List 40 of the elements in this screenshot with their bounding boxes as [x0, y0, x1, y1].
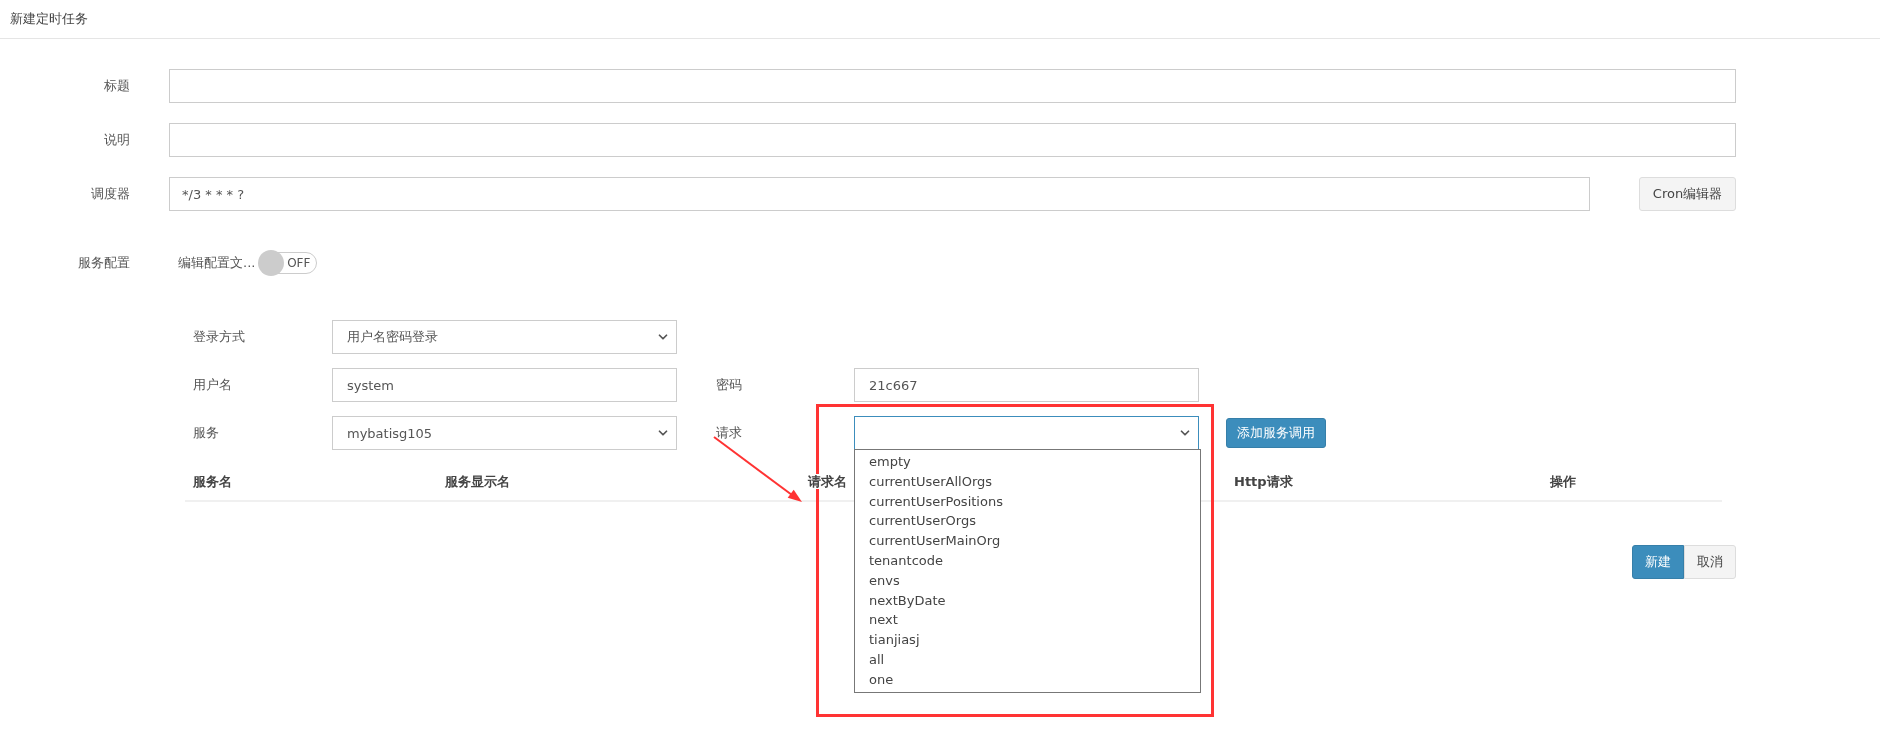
dropdown-option[interactable]: currentUserAllOrgs: [855, 471, 1200, 492]
field-label: 用户名: [193, 376, 233, 394]
add-service-button[interactable]: 添加服务调用: [1226, 418, 1326, 448]
column-header: Http请求: [1234, 474, 1293, 489]
username-field[interactable]: system: [332, 368, 677, 402]
text-field[interactable]: [169, 123, 1736, 157]
dropdown-option[interactable]: currentUserOrgs: [855, 511, 1200, 532]
column-header: 操作: [1550, 474, 1576, 489]
dropdown-option[interactable]: all: [855, 649, 1200, 670]
dropdown-option[interactable]: empty: [855, 452, 1200, 472]
create-button[interactable]: 新建: [1632, 545, 1684, 579]
dropdown-option[interactable]: next: [855, 610, 1200, 631]
dropdown-option[interactable]: tianjiasj: [855, 630, 1200, 650]
field-label: 调度器: [90, 185, 130, 203]
login-method-select[interactable]: 用户名密码登录: [332, 320, 677, 354]
dropdown-option[interactable]: one: [855, 669, 1200, 690]
field-label: 标题: [103, 77, 130, 95]
field-label: 请求: [716, 424, 743, 442]
field-label: 密码: [716, 376, 743, 394]
column-header: 服务名: [193, 474, 232, 489]
field-label: 服务: [193, 424, 220, 442]
service-select[interactable]: mybatisg105: [332, 416, 677, 450]
dropdown-option[interactable]: currentUserMainOrg: [855, 531, 1200, 551]
cron-editor-button[interactable]: Cron编辑器: [1639, 177, 1736, 211]
text-field[interactable]: */3 * * * ?: [169, 177, 1590, 211]
text-field[interactable]: [169, 69, 1736, 103]
toggle-label: 编辑配置文...: [178, 254, 256, 272]
dropdown-option[interactable]: envs: [855, 570, 1200, 591]
toggle-switch[interactable]: OFF: [261, 252, 318, 274]
cancel-button[interactable]: 取消: [1684, 545, 1736, 579]
dropdown-option[interactable]: nextByDate: [855, 590, 1200, 611]
dropdown-option[interactable]: tenantcode: [855, 551, 1200, 571]
password-field[interactable]: 21c667: [854, 368, 1199, 402]
column-header: 请求名: [808, 474, 847, 489]
dropdown-option[interactable]: currentUserPositions: [855, 491, 1200, 512]
page-title: 新建定时任务: [10, 10, 88, 28]
field-label: 登录方式: [193, 328, 246, 346]
field-label: 服务配置: [77, 254, 130, 272]
column-header: 服务显示名: [445, 474, 510, 489]
field-label: 说明: [103, 131, 130, 149]
